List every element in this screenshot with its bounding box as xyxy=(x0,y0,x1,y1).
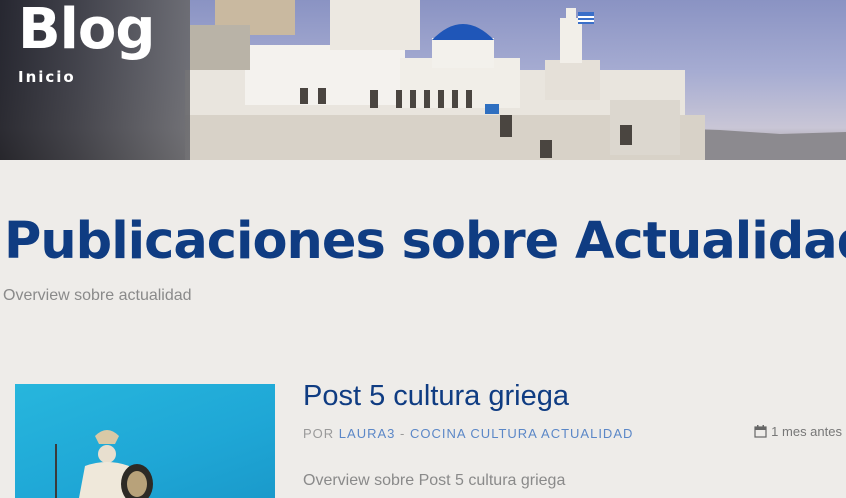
post-by-label: POR xyxy=(303,426,335,441)
post-thumbnail-image[interactable] xyxy=(15,384,275,498)
athena-statue-image xyxy=(55,430,153,498)
post-title-link[interactable]: Post 5 cultura griega xyxy=(303,380,569,413)
post-date: 1 mes antes xyxy=(754,424,842,439)
hero-banner: Blog Inicio xyxy=(0,0,846,160)
post-meta-separator: - xyxy=(400,426,406,441)
post-author-link[interactable]: LAURA3 xyxy=(339,426,396,441)
breadcrumb-home-link[interactable]: Inicio xyxy=(18,68,76,86)
calendar-icon xyxy=(754,425,767,438)
post-date-text: 1 mes antes xyxy=(771,424,842,439)
page-subtitle: Overview sobre actualidad xyxy=(3,287,192,304)
post-categories-link[interactable]: COCINA CULTURA ACTUALIDAD xyxy=(410,426,633,441)
page-title: Publicaciones sobre Actualidad xyxy=(4,212,846,271)
post-meta: POR LAURA3 - COCINA CULTURA ACTUALIDAD xyxy=(303,426,633,441)
post-excerpt: Overview sobre Post 5 cultura griega xyxy=(303,472,566,489)
hero-title: Blog xyxy=(18,0,155,62)
